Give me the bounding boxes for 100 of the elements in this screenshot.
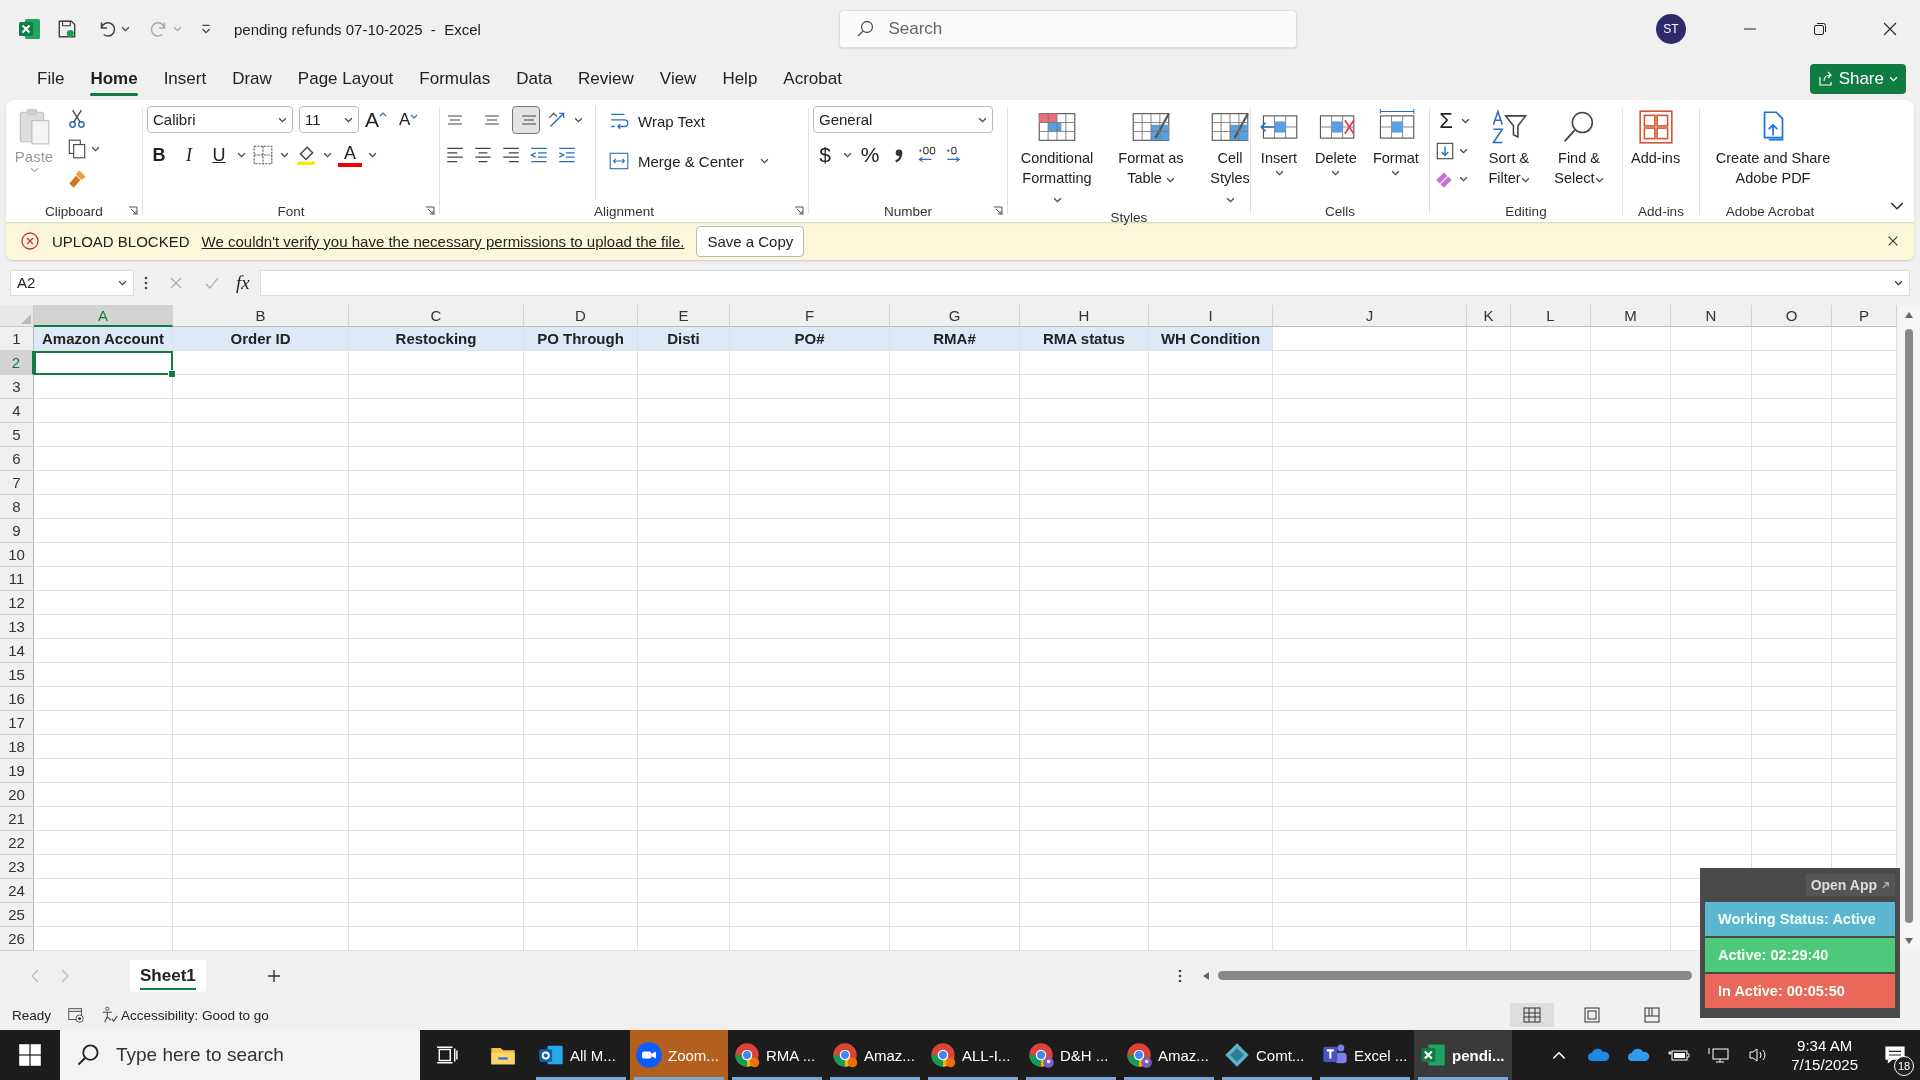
bottom-align-button[interactable] (512, 106, 540, 134)
grow-font-button[interactable]: A (365, 107, 393, 132)
taskbar-app[interactable]: RMA ... (728, 1030, 826, 1080)
active-cell[interactable] (34, 351, 173, 375)
row-header[interactable]: 1 (0, 327, 34, 351)
column-header[interactable]: N (1671, 305, 1752, 327)
row-header[interactable]: 24 (0, 879, 34, 903)
create-pdf-button[interactable]: Create and Share Adobe PDF (1704, 106, 1842, 190)
formula-field[interactable] (259, 269, 1910, 296)
normal-view-icon[interactable] (1510, 1003, 1554, 1027)
column-header[interactable]: L (1511, 305, 1591, 327)
row-header[interactable]: 18 (0, 735, 34, 759)
column-header[interactable]: K (1467, 305, 1511, 327)
find-select-button[interactable]: Find & Select (1548, 106, 1610, 190)
row-header[interactable]: 7 (0, 471, 34, 495)
ribbon-tab[interactable]: Page Layout (284, 61, 407, 97)
underline-button[interactable]: U (207, 144, 231, 166)
ribbon-tab[interactable]: Review (565, 61, 647, 97)
scroll-left-icon[interactable] (1202, 970, 1210, 981)
taskbar-app[interactable]: ALL-I... (924, 1030, 1022, 1080)
taskbar-app[interactable]: Excel ... (1316, 1030, 1414, 1080)
autosum-button[interactable]: Σ (1434, 108, 1458, 134)
taskbar-app[interactable]: Amaz... (826, 1030, 924, 1080)
row-header[interactable]: 16 (0, 687, 34, 711)
row-header[interactable]: 2 (0, 351, 34, 375)
row-header[interactable]: 25 (0, 903, 34, 927)
more-icon[interactable] (144, 274, 148, 291)
vertical-scrollbar[interactable] (1897, 305, 1920, 951)
column-header[interactable]: A (34, 305, 173, 327)
row-header[interactable]: 11 (0, 567, 34, 591)
taskbar-app[interactable]: pendi... (1414, 1030, 1512, 1080)
ribbon-tab[interactable]: Home (77, 61, 151, 97)
scroll-down-icon[interactable] (1903, 937, 1914, 945)
close-icon[interactable] (1886, 234, 1900, 248)
row-header[interactable]: 19 (0, 759, 34, 783)
column-header[interactable]: P (1832, 305, 1897, 327)
taskbar-app[interactable]: Amaz... (1120, 1030, 1218, 1080)
percent-button[interactable]: % (858, 143, 882, 167)
add-ins-button[interactable]: Add-ins (1627, 106, 1685, 170)
search-field[interactable]: Search (839, 10, 1298, 48)
add-sheet-icon[interactable] (265, 967, 282, 984)
taskbar-app[interactable]: Comt... (1218, 1030, 1316, 1080)
delete-cells-button[interactable]: Delete (1311, 106, 1361, 178)
bold-button[interactable]: B (147, 144, 171, 166)
row-header[interactable]: 8 (0, 495, 34, 519)
sort-filter-button[interactable]: Sort & Filter (1478, 106, 1540, 190)
taskbar-search-field[interactable]: Type here to search (60, 1030, 420, 1080)
sheet-tab[interactable]: Sheet1 (130, 959, 206, 992)
row-header[interactable]: 14 (0, 639, 34, 663)
column-header[interactable]: B (173, 305, 349, 327)
column-header[interactable]: H (1020, 305, 1149, 327)
copy-icon[interactable] (66, 138, 88, 160)
fill-down-icon[interactable] (1434, 140, 1456, 162)
borders-icon[interactable] (252, 144, 274, 166)
ribbon-tab[interactable]: Draw (219, 61, 285, 97)
row-header[interactable]: 10 (0, 543, 34, 567)
number-format-field[interactable]: General (813, 106, 993, 133)
row-header[interactable]: 20 (0, 783, 34, 807)
notifications-button[interactable]: 18 (1870, 1030, 1920, 1080)
accessibility-status[interactable]: Accessibility: Good to go (101, 1006, 269, 1024)
macro-record-icon[interactable] (67, 1006, 86, 1024)
column-header[interactable]: C (349, 305, 524, 327)
font-name-field[interactable]: Calibri (147, 106, 293, 133)
row-header[interactable]: 4 (0, 399, 34, 423)
row-header[interactable]: 23 (0, 855, 34, 879)
currency-button[interactable]: $ (813, 143, 837, 167)
collapse-ribbon-icon[interactable] (1890, 202, 1904, 211)
format-cells-button[interactable]: Format (1368, 106, 1423, 178)
row-header[interactable]: 13 (0, 615, 34, 639)
column-header[interactable]: J (1273, 305, 1467, 327)
ribbon-tab[interactable]: Insert (150, 61, 220, 97)
font-color-button[interactable]: A (338, 143, 362, 167)
taskbar-app[interactable]: D&H ... (1022, 1030, 1120, 1080)
share-button[interactable]: Share (1809, 64, 1906, 94)
save-copy-button[interactable]: Save a Copy (696, 225, 805, 257)
column-header[interactable]: M (1591, 305, 1671, 327)
dialog-launcher-icon[interactable] (425, 206, 435, 216)
ribbon-tab[interactable]: File (24, 61, 78, 97)
row-header[interactable]: 15 (0, 663, 34, 687)
row-header[interactable]: 3 (0, 375, 34, 399)
message-link[interactable]: We couldn't verify you have the necessary permissions to upload the file. (201, 232, 685, 250)
shrink-font-button[interactable]: A (399, 109, 427, 130)
row-header[interactable]: 12 (0, 591, 34, 615)
dialog-launcher-icon[interactable] (128, 206, 138, 216)
open-app-button[interactable]: Open App (1805, 874, 1895, 896)
row-header[interactable]: 5 (0, 423, 34, 447)
wrap-text-button[interactable]: Wrap Text (608, 106, 769, 136)
taskbar-app[interactable]: Zoom... (630, 1030, 728, 1080)
user-avatar[interactable]: ST (1656, 14, 1686, 44)
conditional-formatting-button[interactable]: Conditional Formatting (1012, 106, 1102, 210)
scroll-up-icon[interactable] (1903, 311, 1914, 319)
column-header[interactable]: I (1149, 305, 1273, 327)
ribbon-tab[interactable]: Data (503, 61, 566, 97)
column-header[interactable]: G (890, 305, 1020, 327)
name-box[interactable]: A2 (10, 269, 134, 296)
ribbon-tab[interactable]: View (646, 61, 710, 97)
font-size-field[interactable]: 11 (299, 106, 359, 133)
row-header[interactable]: 6 (0, 447, 34, 471)
merge-center-button[interactable]: Merge & Center (608, 146, 769, 176)
column-header[interactable]: O (1752, 305, 1832, 327)
